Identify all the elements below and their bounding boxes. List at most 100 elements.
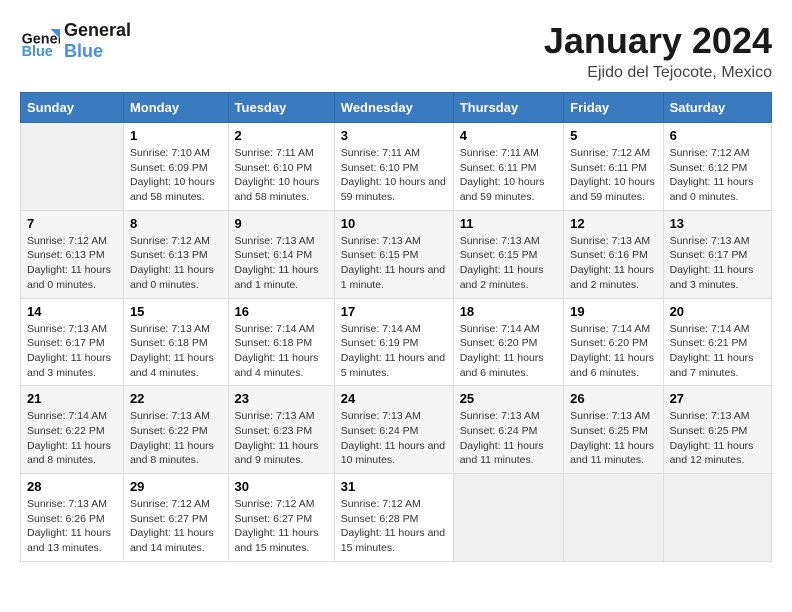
calendar-cell: 1 Sunrise: 7:10 AMSunset: 6:09 PMDaylight… (123, 123, 228, 211)
page-subtitle: Ejido del Tejocote, Mexico (544, 64, 772, 82)
day-info: Sunrise: 7:12 AMSunset: 6:13 PMDaylight:… (27, 234, 117, 293)
week-row-5: 28 Sunrise: 7:13 AMSunset: 6:26 PMDayligh… (21, 474, 772, 562)
day-number: 5 (570, 128, 656, 143)
calendar-cell: 25 Sunrise: 7:13 AMSunset: 6:24 PMDayligh… (453, 386, 563, 474)
week-row-4: 21 Sunrise: 7:14 AMSunset: 6:22 PMDayligh… (21, 386, 772, 474)
day-info: Sunrise: 7:14 AMSunset: 6:20 PMDaylight:… (460, 322, 557, 381)
calendar-cell: 21 Sunrise: 7:14 AMSunset: 6:22 PMDayligh… (21, 386, 124, 474)
day-number: 24 (341, 391, 447, 406)
title-block: January 2024 Ejido del Tejocote, Mexico (544, 20, 772, 82)
day-number: 21 (27, 391, 117, 406)
calendar-header-row: SundayMondayTuesdayWednesdayThursdayFrid… (21, 93, 772, 123)
calendar-cell: 31 Sunrise: 7:12 AMSunset: 6:28 PMDayligh… (334, 474, 453, 562)
calendar-cell (663, 474, 771, 562)
day-number: 23 (235, 391, 328, 406)
day-info: Sunrise: 7:13 AMSunset: 6:15 PMDaylight:… (460, 234, 557, 293)
week-row-1: 1 Sunrise: 7:10 AMSunset: 6:09 PMDaylight… (21, 123, 772, 211)
day-info: Sunrise: 7:12 AMSunset: 6:27 PMDaylight:… (130, 497, 222, 556)
calendar-cell: 7 Sunrise: 7:12 AMSunset: 6:13 PMDaylight… (21, 210, 124, 298)
calendar-cell: 17 Sunrise: 7:14 AMSunset: 6:19 PMDayligh… (334, 298, 453, 386)
header-thursday: Thursday (453, 93, 563, 123)
day-number: 27 (670, 391, 765, 406)
day-info: Sunrise: 7:14 AMSunset: 6:22 PMDaylight:… (27, 409, 117, 468)
day-info: Sunrise: 7:13 AMSunset: 6:17 PMDaylight:… (670, 234, 765, 293)
header-saturday: Saturday (663, 93, 771, 123)
day-info: Sunrise: 7:14 AMSunset: 6:19 PMDaylight:… (341, 322, 447, 381)
day-number: 26 (570, 391, 656, 406)
day-info: Sunrise: 7:11 AMSunset: 6:11 PMDaylight:… (460, 146, 557, 205)
day-info: Sunrise: 7:11 AMSunset: 6:10 PMDaylight:… (341, 146, 447, 205)
calendar-cell: 11Sunrise: 7:13 AMSunset: 6:15 PMDayligh… (453, 210, 563, 298)
calendar-cell: 18 Sunrise: 7:14 AMSunset: 6:20 PMDayligh… (453, 298, 563, 386)
calendar-cell: 27 Sunrise: 7:13 AMSunset: 6:25 PMDayligh… (663, 386, 771, 474)
calendar-cell: 24Sunrise: 7:13 AMSunset: 6:24 PMDayligh… (334, 386, 453, 474)
day-number: 12 (570, 216, 656, 231)
header-wednesday: Wednesday (334, 93, 453, 123)
day-number: 9 (235, 216, 328, 231)
day-info: Sunrise: 7:12 AMSunset: 6:11 PMDaylight:… (570, 146, 656, 205)
day-number: 2 (235, 128, 328, 143)
calendar-cell: 16 Sunrise: 7:14 AMSunset: 6:18 PMDayligh… (228, 298, 334, 386)
day-info: Sunrise: 7:12 AMSunset: 6:27 PMDaylight:… (235, 497, 328, 556)
day-info: Sunrise: 7:14 AMSunset: 6:20 PMDaylight:… (570, 322, 656, 381)
day-info: Sunrise: 7:13 AMSunset: 6:15 PMDaylight:… (341, 234, 447, 293)
day-info: Sunrise: 7:13 AMSunset: 6:23 PMDaylight:… (235, 409, 328, 468)
day-info: Sunrise: 7:14 AMSunset: 6:21 PMDaylight:… (670, 322, 765, 381)
day-number: 29 (130, 479, 222, 494)
day-number: 18 (460, 304, 557, 319)
day-info: Sunrise: 7:13 AMSunset: 6:25 PMDaylight:… (570, 409, 656, 468)
logo-blue: Blue (64, 41, 131, 62)
day-info: Sunrise: 7:10 AMSunset: 6:09 PMDaylight:… (130, 146, 222, 205)
header-friday: Friday (564, 93, 663, 123)
day-number: 30 (235, 479, 328, 494)
calendar-cell: 6 Sunrise: 7:12 AMSunset: 6:12 PMDaylight… (663, 123, 771, 211)
calendar-cell: 13 Sunrise: 7:13 AMSunset: 6:17 PMDayligh… (663, 210, 771, 298)
day-number: 17 (341, 304, 447, 319)
day-info: Sunrise: 7:12 AMSunset: 6:12 PMDaylight:… (670, 146, 765, 205)
calendar-cell (453, 474, 563, 562)
week-row-2: 7 Sunrise: 7:12 AMSunset: 6:13 PMDaylight… (21, 210, 772, 298)
day-number: 13 (670, 216, 765, 231)
day-number: 28 (27, 479, 117, 494)
day-number: 25 (460, 391, 557, 406)
calendar-cell: 9Sunrise: 7:13 AMSunset: 6:14 PMDaylight… (228, 210, 334, 298)
day-info: Sunrise: 7:14 AMSunset: 6:18 PMDaylight:… (235, 322, 328, 381)
calendar-cell: 5 Sunrise: 7:12 AMSunset: 6:11 PMDaylight… (564, 123, 663, 211)
page-header: General Blue General Blue January 2024 E… (20, 20, 772, 82)
header-sunday: Sunday (21, 93, 124, 123)
calendar-cell: 15 Sunrise: 7:13 AMSunset: 6:18 PMDayligh… (123, 298, 228, 386)
calendar-cell: 28 Sunrise: 7:13 AMSunset: 6:26 PMDayligh… (21, 474, 124, 562)
day-number: 15 (130, 304, 222, 319)
page-title: January 2024 (544, 20, 772, 62)
day-info: Sunrise: 7:13 AMSunset: 6:26 PMDaylight:… (27, 497, 117, 556)
day-info: Sunrise: 7:13 AMSunset: 6:16 PMDaylight:… (570, 234, 656, 293)
day-number: 1 (130, 128, 222, 143)
day-number: 31 (341, 479, 447, 494)
svg-text:Blue: Blue (22, 44, 53, 60)
calendar-cell: 19Sunrise: 7:14 AMSunset: 6:20 PMDayligh… (564, 298, 663, 386)
day-info: Sunrise: 7:13 AMSunset: 6:24 PMDaylight:… (460, 409, 557, 468)
day-info: Sunrise: 7:11 AMSunset: 6:10 PMDaylight:… (235, 146, 328, 205)
day-number: 16 (235, 304, 328, 319)
day-info: Sunrise: 7:13 AMSunset: 6:18 PMDaylight:… (130, 322, 222, 381)
calendar-cell: 20 Sunrise: 7:14 AMSunset: 6:21 PMDayligh… (663, 298, 771, 386)
day-info: Sunrise: 7:12 AMSunset: 6:13 PMDaylight:… (130, 234, 222, 293)
calendar-cell: 14Sunrise: 7:13 AMSunset: 6:17 PMDayligh… (21, 298, 124, 386)
day-number: 7 (27, 216, 117, 231)
day-number: 10 (341, 216, 447, 231)
day-number: 22 (130, 391, 222, 406)
logo-general: General (64, 20, 131, 41)
day-info: Sunrise: 7:13 AMSunset: 6:22 PMDaylight:… (130, 409, 222, 468)
day-info: Sunrise: 7:12 AMSunset: 6:28 PMDaylight:… (341, 497, 447, 556)
calendar-cell: 22 Sunrise: 7:13 AMSunset: 6:22 PMDayligh… (123, 386, 228, 474)
day-number: 20 (670, 304, 765, 319)
day-info: Sunrise: 7:13 AMSunset: 6:25 PMDaylight:… (670, 409, 765, 468)
calendar-cell: 12 Sunrise: 7:13 AMSunset: 6:16 PMDayligh… (564, 210, 663, 298)
calendar-cell: 29 Sunrise: 7:12 AMSunset: 6:27 PMDayligh… (123, 474, 228, 562)
day-number: 6 (670, 128, 765, 143)
calendar-cell: 3Sunrise: 7:11 AMSunset: 6:10 PMDaylight… (334, 123, 453, 211)
calendar-cell: 2 Sunrise: 7:11 AMSunset: 6:10 PMDaylight… (228, 123, 334, 211)
calendar-table: SundayMondayTuesdayWednesdayThursdayFrid… (20, 92, 772, 562)
calendar-cell: 4Sunrise: 7:11 AMSunset: 6:11 PMDaylight… (453, 123, 563, 211)
day-info: Sunrise: 7:13 AMSunset: 6:17 PMDaylight:… (27, 322, 117, 381)
